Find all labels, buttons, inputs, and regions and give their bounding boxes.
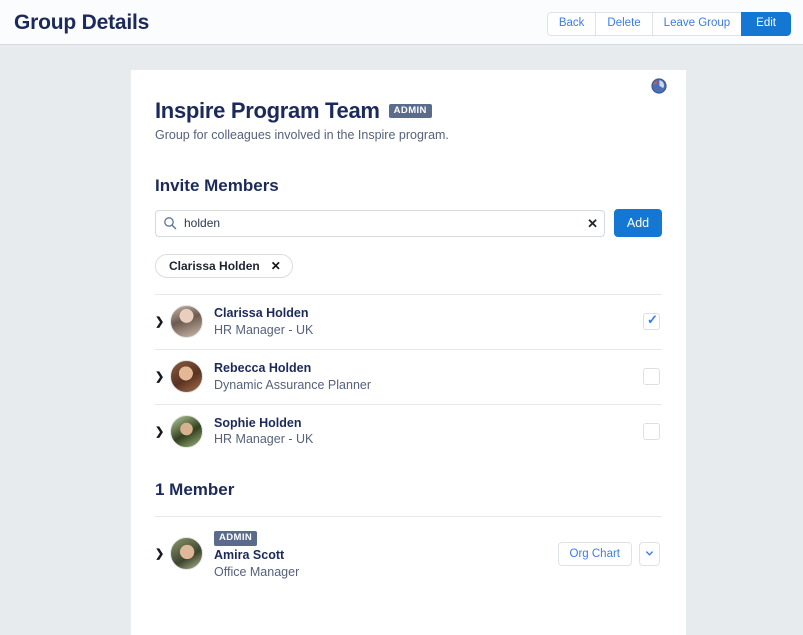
select-checkbox[interactable]: ✓ (643, 313, 660, 330)
person-role: HR Manager - UK (214, 322, 643, 339)
member-admin-badge: ADMIN (214, 531, 257, 545)
search-results-list: ❯ Clarissa Holden HR Manager - UK ✓ ❯ Re… (155, 294, 662, 458)
member-info: ADMIN Amira Scott Office Manager (214, 527, 558, 580)
add-button[interactable]: Add (614, 209, 662, 237)
edit-button[interactable]: Edit (741, 12, 791, 36)
back-button[interactable]: Back (547, 12, 596, 36)
clear-x-icon[interactable]: ✕ (587, 214, 598, 233)
invite-members-heading: Invite Members (155, 176, 662, 196)
page-title: Group Details (14, 11, 149, 35)
avatar (170, 360, 203, 393)
chevron-right-icon[interactable]: ❯ (155, 370, 167, 383)
member-admin-badge-wrap: ADMIN (214, 527, 558, 545)
chip-label: Clarissa Holden (169, 259, 260, 273)
chevron-right-icon[interactable]: ❯ (155, 547, 167, 560)
avatar (170, 305, 203, 338)
app-header: Group Details Back Delete Leave Group Ed… (0, 0, 803, 45)
search-input-wrapper: ✕ (155, 210, 605, 237)
member-role: Office Manager (214, 564, 558, 581)
table-row[interactable]: ❯ Sophie Holden HR Manager - UK (155, 404, 662, 459)
search-input[interactable] (155, 210, 605, 237)
chevron-down-icon[interactable] (639, 542, 660, 566)
person-role: Dynamic Assurance Planner (214, 377, 643, 394)
member-name: Amira Scott (214, 547, 558, 564)
list-item[interactable]: ❯ ADMIN Amira Scott Office Manager Org C… (155, 516, 662, 590)
person-name: Sophie Holden (214, 415, 643, 432)
person-info: Clarissa Holden HR Manager - UK (214, 305, 643, 339)
select-checkbox[interactable] (643, 368, 660, 385)
member-actions: Org Chart (558, 542, 661, 566)
chip-remove-icon[interactable]: ✕ (271, 259, 281, 273)
globe-icon[interactable] (651, 78, 667, 94)
members-list: ❯ ADMIN Amira Scott Office Manager Org C… (155, 516, 662, 590)
selected-chips: Clarissa Holden ✕ (155, 254, 662, 278)
person-info: Rebecca Holden Dynamic Assurance Planner (214, 360, 643, 394)
leave-group-button[interactable]: Leave Group (652, 12, 742, 36)
select-checkbox[interactable] (643, 423, 660, 440)
invite-search-row: ✕ Add (155, 209, 662, 237)
person-info: Sophie Holden HR Manager - UK (214, 415, 643, 449)
org-chart-button[interactable]: Org Chart (558, 542, 633, 566)
person-role: HR Manager - UK (214, 431, 643, 448)
table-row[interactable]: ❯ Rebecca Holden Dynamic Assurance Plann… (155, 349, 662, 404)
chevron-right-icon[interactable]: ❯ (155, 315, 167, 328)
group-details-card: Inspire Program Team ADMIN Group for col… (131, 70, 686, 635)
chip-clarissa-holden[interactable]: Clarissa Holden ✕ (155, 254, 293, 278)
table-row[interactable]: ❯ Clarissa Holden HR Manager - UK ✓ (155, 294, 662, 349)
members-heading: 1 Member (155, 480, 662, 500)
check-icon: ✓ (647, 312, 658, 328)
delete-button[interactable]: Delete (595, 12, 651, 36)
person-name: Clarissa Holden (214, 305, 643, 322)
group-title-row: Inspire Program Team ADMIN (155, 98, 662, 124)
group-description: Group for colleagues involved in the Ins… (155, 128, 662, 142)
avatar (170, 537, 203, 570)
group-admin-badge: ADMIN (389, 104, 432, 118)
chevron-right-icon[interactable]: ❯ (155, 425, 167, 438)
header-button-group: Back Delete Leave Group Edit (547, 12, 791, 36)
group-name: Inspire Program Team (155, 98, 380, 124)
person-name: Rebecca Holden (214, 360, 643, 377)
avatar (170, 415, 203, 448)
